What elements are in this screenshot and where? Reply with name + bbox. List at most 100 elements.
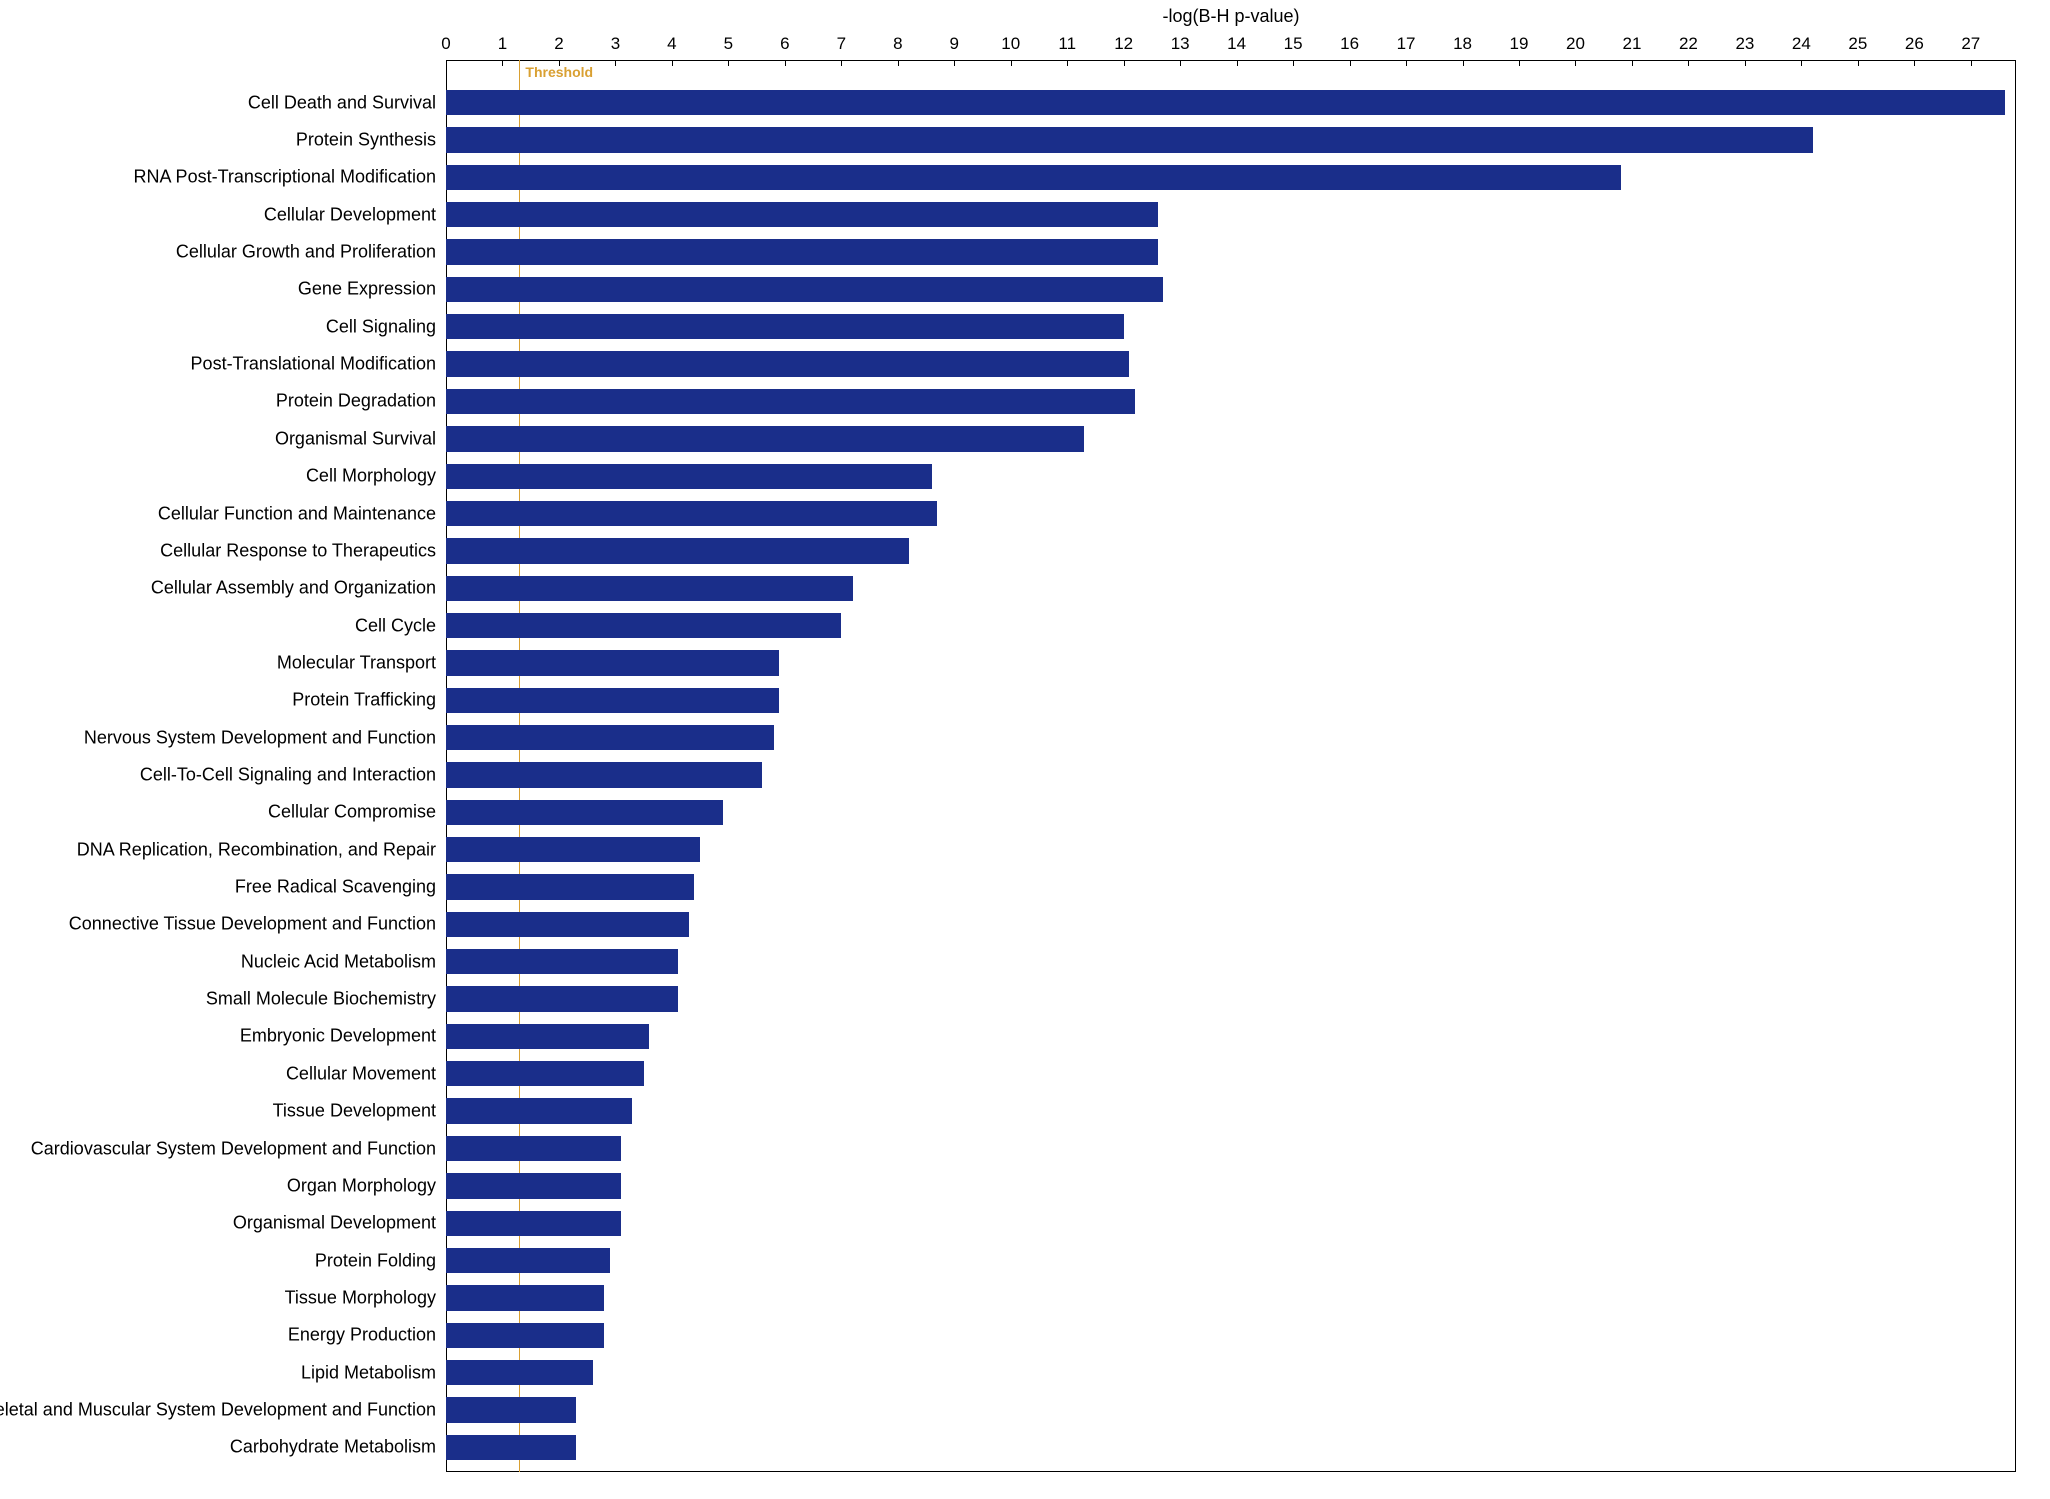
chart-row: Tissue Morphology	[446, 1285, 2016, 1310]
bar	[446, 389, 1135, 414]
x-tick-label: 4	[667, 34, 676, 54]
category-label: Cellular Growth and Proliferation	[176, 242, 436, 263]
chart-row: Energy Production	[446, 1323, 2016, 1348]
bar	[446, 501, 937, 526]
category-label: Protein Synthesis	[296, 130, 436, 151]
x-tick-label: 20	[1566, 34, 1585, 54]
x-tick-label: 12	[1114, 34, 1133, 54]
category-label: Gene Expression	[298, 279, 436, 300]
chart-row: Cell Death and Survival	[446, 90, 2016, 115]
x-tick	[1463, 60, 1464, 66]
bar	[446, 874, 694, 899]
x-tick-label: 14	[1227, 34, 1246, 54]
category-label: Cell-To-Cell Signaling and Interaction	[140, 764, 436, 785]
category-label: Nucleic Acid Metabolism	[241, 951, 436, 972]
category-label: Cellular Movement	[286, 1063, 436, 1084]
bar	[446, 127, 1813, 152]
bar	[446, 464, 932, 489]
chart-row: Lipid Metabolism	[446, 1360, 2016, 1385]
x-tick	[672, 60, 673, 66]
category-label: Tissue Morphology	[285, 1287, 436, 1308]
bar	[446, 1323, 604, 1348]
bar	[446, 1098, 632, 1123]
chart-row: Cell Cycle	[446, 613, 2016, 638]
chart-row: RNA Post-Transcriptional Modification	[446, 165, 2016, 190]
x-tick	[1575, 60, 1576, 66]
category-label: Cellular Development	[264, 204, 436, 225]
category-label: Cell Cycle	[355, 615, 436, 636]
bar	[446, 202, 1158, 227]
bar	[446, 576, 853, 601]
category-label: Skeletal and Muscular System Development…	[0, 1399, 436, 1420]
category-label: Post-Translational Modification	[191, 354, 436, 375]
chart-row: Cellular Movement	[446, 1061, 2016, 1086]
x-tick	[1124, 60, 1125, 66]
category-label: Cell Signaling	[326, 316, 436, 337]
x-tick-label: 10	[1001, 34, 1020, 54]
category-label: Cellular Response to Therapeutics	[160, 540, 436, 561]
category-label: Nervous System Development and Function	[84, 727, 436, 748]
chart-row: Tissue Development	[446, 1098, 2016, 1123]
category-label: Cellular Compromise	[268, 802, 436, 823]
x-tick	[1406, 60, 1407, 66]
category-label: Cell Death and Survival	[248, 92, 436, 113]
x-tick	[1971, 60, 1972, 66]
x-tick	[1350, 60, 1351, 66]
bar	[446, 762, 762, 787]
x-tick-label: 2	[554, 34, 563, 54]
chart-row: Cellular Function and Maintenance	[446, 501, 2016, 526]
category-label: Embryonic Development	[240, 1026, 436, 1047]
category-label: Protein Degradation	[276, 391, 436, 412]
bar	[446, 986, 678, 1011]
bar	[446, 538, 909, 563]
bar	[446, 1397, 576, 1422]
x-tick	[1011, 60, 1012, 66]
category-label: Organismal Development	[233, 1213, 436, 1234]
chart-row: Protein Trafficking	[446, 688, 2016, 713]
chart-row: Gene Expression	[446, 277, 2016, 302]
x-tick	[841, 60, 842, 66]
x-tick	[1237, 60, 1238, 66]
x-tick-label: 9	[950, 34, 959, 54]
x-tick	[502, 60, 503, 66]
chart-row: Embryonic Development	[446, 1024, 2016, 1049]
bar	[446, 277, 1163, 302]
bar	[446, 239, 1158, 264]
x-tick	[954, 60, 955, 66]
x-axis-label: -log(B-H p-value)	[1111, 6, 1351, 27]
x-tick	[898, 60, 899, 66]
x-tick-label: 17	[1397, 34, 1416, 54]
x-tick-label: 19	[1510, 34, 1529, 54]
chart-row: Organ Morphology	[446, 1173, 2016, 1198]
bar	[446, 351, 1129, 376]
bar	[446, 314, 1124, 339]
x-tick-label: 15	[1284, 34, 1303, 54]
chart-row: Cellular Assembly and Organization	[446, 576, 2016, 601]
chart-row: Nucleic Acid Metabolism	[446, 949, 2016, 974]
chart-row: Protein Degradation	[446, 389, 2016, 414]
x-tick	[1067, 60, 1068, 66]
bar	[446, 1360, 593, 1385]
category-label: Organ Morphology	[287, 1175, 436, 1196]
category-label: Free Radical Scavenging	[235, 877, 436, 898]
x-tick	[728, 60, 729, 66]
category-label: Connective Tissue Development and Functi…	[69, 914, 436, 935]
x-tick	[1688, 60, 1689, 66]
x-tick-label: 13	[1171, 34, 1190, 54]
chart-row: Organismal Development	[446, 1211, 2016, 1236]
category-label: Cell Morphology	[306, 466, 436, 487]
chart-row: Post-Translational Modification	[446, 351, 2016, 376]
x-tick-label: 11	[1058, 34, 1076, 54]
x-tick-label: 0	[441, 34, 450, 54]
bar	[446, 613, 841, 638]
category-label: Cellular Function and Maintenance	[158, 503, 436, 524]
category-label: Lipid Metabolism	[301, 1362, 436, 1383]
x-tick-label: 24	[1792, 34, 1811, 54]
threshold-label: Threshold	[525, 64, 593, 80]
chart-row: Cellular Growth and Proliferation	[446, 239, 2016, 264]
x-tick	[785, 60, 786, 66]
x-tick-label: 18	[1453, 34, 1472, 54]
chart-row: Organismal Survival	[446, 426, 2016, 451]
bar	[446, 1435, 576, 1460]
category-label: Cellular Assembly and Organization	[151, 578, 436, 599]
